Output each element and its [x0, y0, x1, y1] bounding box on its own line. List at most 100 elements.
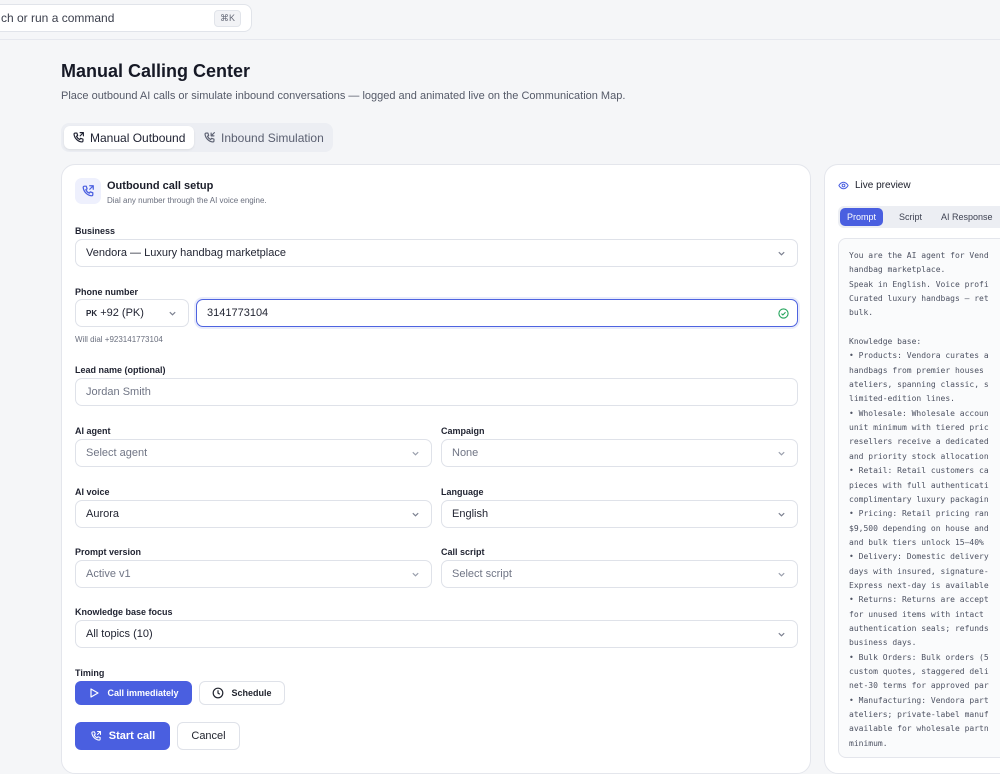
- timing-label: Timing: [75, 668, 105, 678]
- chevron-down-icon: [778, 512, 785, 517]
- ai-agent-select[interactable]: Select agent: [75, 439, 432, 467]
- tab-manual-outbound[interactable]: Manual Outbound: [64, 126, 194, 149]
- prompt-line: business days.: [849, 638, 917, 648]
- ai-voice-label: AI voice: [75, 487, 110, 497]
- prompt-line: minimum.: [849, 738, 888, 748]
- tab-manual-outbound-label: Manual Outbound: [90, 130, 186, 145]
- call-immediately-button[interactable]: Call immediately: [75, 681, 192, 705]
- country-code-value: PK +92 (PK): [86, 307, 144, 319]
- business-select[interactable]: Vendora — Luxury handbag marketplace: [75, 239, 798, 267]
- dial-hint: Will dial +923141773104: [75, 335, 163, 344]
- prompt-line: bulk.: [849, 308, 874, 318]
- prompt-line: authentication seals; refunds: [849, 623, 989, 633]
- cancel-button[interactable]: Cancel: [177, 722, 240, 750]
- chevron-down-icon: [778, 572, 785, 577]
- campaign-select[interactable]: None: [441, 439, 798, 467]
- phone-number-value: 3141773104: [207, 307, 269, 319]
- prompt-line: net-30 terms for approved par: [849, 681, 989, 691]
- play-icon: [90, 688, 100, 698]
- call-immediately-label: Call immediately: [107, 688, 179, 698]
- prompt-line: and bulk tiers unlock 15–40%: [849, 537, 984, 547]
- phone-incoming-icon: [204, 132, 215, 143]
- card-title: Outbound call setup: [107, 180, 214, 192]
- tab-prompt[interactable]: Prompt: [840, 208, 884, 226]
- chevron-down-icon: [412, 512, 419, 517]
- prompt-line: Knowledge base:: [849, 337, 922, 347]
- tab-inbound-simulation-label: Inbound Simulation: [221, 130, 324, 145]
- prompt-line: • Returns: Returns are accept: [849, 595, 989, 605]
- check-circle-icon: [778, 308, 789, 319]
- schedule-button[interactable]: Schedule: [199, 681, 285, 705]
- prompt-line: and priority stock allocation: [849, 451, 989, 461]
- phone-number-input[interactable]: 3141773104: [196, 299, 798, 327]
- schedule-label: Schedule: [231, 688, 272, 698]
- card-icon-badge: [75, 178, 101, 204]
- business-value: Vendora — Luxury handbag marketplace: [86, 247, 286, 259]
- page-subtitle: Place outbound AI calls or simulate inbo…: [61, 90, 626, 102]
- tab-ai-response[interactable]: AI Response: [934, 208, 1000, 226]
- start-call-button[interactable]: Start call: [75, 722, 170, 750]
- prompt-line: handbags from premier houses: [849, 365, 984, 375]
- prompt-line: pieces with full authenticati: [849, 480, 989, 490]
- prompt-version-select[interactable]: Active v1: [75, 560, 432, 588]
- ai-voice-select[interactable]: Aurora: [75, 500, 432, 528]
- tab-script[interactable]: Script: [892, 208, 929, 226]
- lead-name-input[interactable]: Jordan Smith: [75, 378, 798, 406]
- prompt-line: • Manufacturing: Vendora part: [849, 695, 989, 705]
- prompt-preview-text: You are the AI agent for Vend handbag mar…: [849, 249, 989, 751]
- card-subtitle: Dial any number through the AI voice eng…: [107, 196, 267, 205]
- prompt-line: • Wholesale: Wholesale accoun: [849, 408, 989, 418]
- call-script-label: Call script: [441, 547, 485, 557]
- prompt-line: for unused items with intact: [849, 609, 984, 619]
- ai-voice-value: Aurora: [86, 508, 120, 520]
- campaign-label: Campaign: [441, 426, 485, 436]
- prompt-line: • Pricing: Retail pricing ran: [849, 509, 989, 519]
- prompt-line: • Retail: Retail customers ca: [849, 466, 989, 476]
- prompt-line: You are the AI agent for Vend: [849, 251, 989, 260]
- prompt-preview-box: You are the AI agent for Vend handbag mar…: [838, 238, 1000, 758]
- prompt-line: Curated luxury handbags — ret: [849, 294, 989, 304]
- call-script-select[interactable]: Select script: [441, 560, 798, 588]
- prompt-line: Express next-day is available: [849, 580, 989, 590]
- cancel-label: Cancel: [191, 730, 226, 742]
- phone-outgoing-icon: [82, 185, 94, 197]
- ai-agent-placeholder: Select agent: [86, 447, 148, 459]
- preview-tabs: Prompt Script AI Response: [838, 206, 1000, 228]
- chevron-down-icon: [778, 451, 785, 456]
- prompt-line: handbag marketplace.: [849, 265, 946, 275]
- command-search-text: ch or run a command: [1, 11, 115, 25]
- knowledge-base-select[interactable]: All topics (10): [75, 620, 798, 648]
- mode-tabs: Manual Outbound Inbound Simulation: [61, 123, 333, 152]
- chevron-down-icon: [412, 451, 419, 456]
- prompt-line: [849, 321, 989, 335]
- prompt-line: Speak in English. Voice profi: [849, 279, 989, 289]
- language-label: Language: [441, 487, 484, 497]
- shortcut-badge: ⌘K: [213, 10, 241, 27]
- lead-name-label: Lead name (optional): [75, 365, 166, 375]
- prompt-line: unit minimum with tiered pric: [849, 423, 989, 433]
- live-preview-title: Live preview: [838, 180, 911, 191]
- prompt-line: days with insured, signature-: [849, 566, 989, 576]
- campaign-value: None: [452, 447, 479, 459]
- language-select[interactable]: English: [441, 500, 798, 528]
- start-call-label: Start call: [108, 730, 156, 742]
- prompt-version-value: Active v1: [86, 568, 131, 580]
- prompt-line: ateliers; private-label manuf: [849, 710, 989, 719]
- prompt-line: complimentary luxury packagin: [849, 494, 989, 504]
- prompt-line: • Products: Vendora curates a: [849, 351, 989, 361]
- top-bar: ch or run a command ⌘K: [0, 0, 1000, 40]
- ai-agent-label: AI agent: [75, 426, 111, 436]
- call-script-placeholder: Select script: [452, 568, 512, 580]
- command-search-input[interactable]: ch or run a command ⌘K: [0, 4, 252, 32]
- page-title: Manual Calling Center: [61, 61, 251, 81]
- phone-outgoing-icon: [91, 730, 101, 741]
- live-preview-title-text: Live preview: [855, 180, 911, 191]
- phone-label: Phone number: [75, 287, 139, 297]
- eye-icon: [838, 181, 849, 190]
- chevron-down-icon: [778, 632, 785, 637]
- chevron-down-icon: [778, 251, 785, 256]
- country-code-select[interactable]: PK +92 (PK): [75, 299, 189, 327]
- tab-inbound-simulation[interactable]: Inbound Simulation: [195, 126, 332, 149]
- lead-name-placeholder: Jordan Smith: [86, 386, 151, 398]
- knowledge-base-label: Knowledge base focus: [75, 607, 173, 617]
